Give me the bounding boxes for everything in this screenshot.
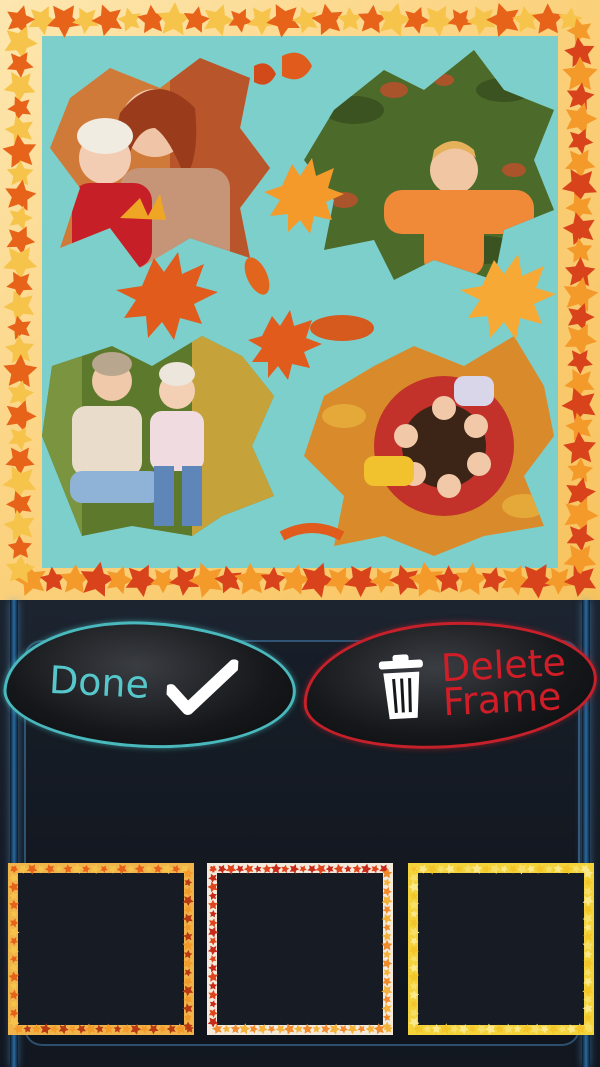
- checkmark-icon: [165, 659, 239, 716]
- delete-label-line2: Frame: [441, 674, 563, 725]
- frame-thumbnail-3[interactable]: [408, 863, 594, 1035]
- frame-thumbnail-1[interactable]: [8, 863, 194, 1035]
- editor-panel: Done Delete Frame: [0, 600, 600, 1067]
- trash-icon: [378, 654, 423, 720]
- autumn-leaf-frame-orange: [8, 863, 194, 1035]
- frame-thumbnail-2[interactable]: [207, 863, 393, 1035]
- collage-preview[interactable]: [0, 0, 600, 600]
- done-label: Done: [47, 657, 151, 707]
- autumn-leaf-border: [2, 2, 599, 599]
- autumn-leaf-frame-red-orange: [207, 863, 393, 1035]
- yellow-leaf-frame: [408, 863, 594, 1035]
- delete-frame-label: Delete Frame: [440, 640, 573, 725]
